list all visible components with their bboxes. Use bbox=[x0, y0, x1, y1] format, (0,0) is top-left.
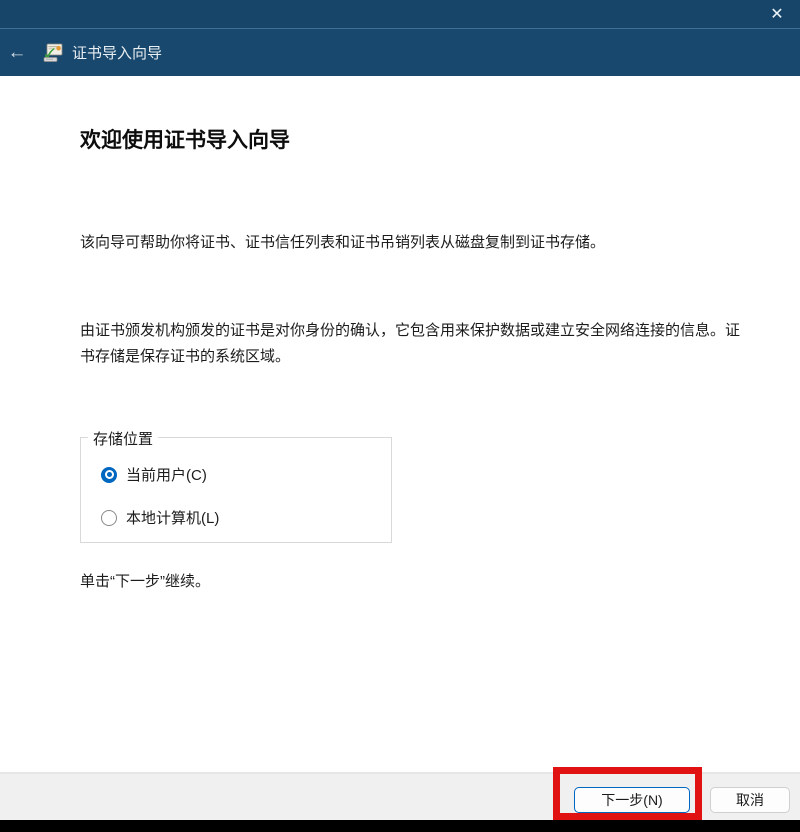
page-title: 欢迎使用证书导入向导 bbox=[80, 124, 290, 154]
certificate-import-wizard-window: ✕ ← 证书导入向导 欢迎使用证书导入向导 该向导可帮助你将证书、证书信任列表和… bbox=[0, 0, 800, 832]
continue-hint-text: 单击“下一步”继续。 bbox=[80, 570, 210, 591]
radio-local-machine[interactable]: 本地计算机(L) bbox=[101, 507, 219, 528]
radio-local-machine-label: 本地计算机(L) bbox=[126, 507, 219, 528]
wizard-body bbox=[0, 76, 800, 772]
radio-unselected-icon[interactable] bbox=[101, 510, 117, 526]
radio-selected-icon[interactable] bbox=[101, 467, 117, 483]
window-title: 证书导入向导 bbox=[72, 42, 162, 63]
store-location-groupbox: 存储位置 当前用户(C) 本地计算机(L) bbox=[80, 437, 392, 543]
header-bar: ← 证书导入向导 bbox=[0, 28, 800, 76]
description-text: 由证书颁发机构颁发的证书是对你身份的确认，它包含用来保护数据或建立安全网络连接的… bbox=[80, 318, 740, 370]
store-location-label: 存储位置 bbox=[88, 428, 158, 449]
close-icon[interactable]: ✕ bbox=[754, 0, 800, 28]
bottom-black-bar bbox=[0, 820, 800, 832]
certificate-import-icon bbox=[42, 42, 64, 64]
footer-bar: 下一步(N) 取消 bbox=[0, 772, 800, 820]
radio-current-user[interactable]: 当前用户(C) bbox=[101, 464, 207, 485]
radio-current-user-label: 当前用户(C) bbox=[126, 464, 207, 485]
cancel-button[interactable]: 取消 bbox=[710, 787, 790, 813]
next-button[interactable]: 下一步(N) bbox=[574, 787, 690, 813]
intro-text: 该向导可帮助你将证书、证书信任列表和证书吊销列表从磁盘复制到证书存储。 bbox=[80, 230, 750, 256]
back-arrow-icon[interactable]: ← bbox=[0, 42, 34, 64]
title-bar: ✕ bbox=[0, 0, 800, 28]
